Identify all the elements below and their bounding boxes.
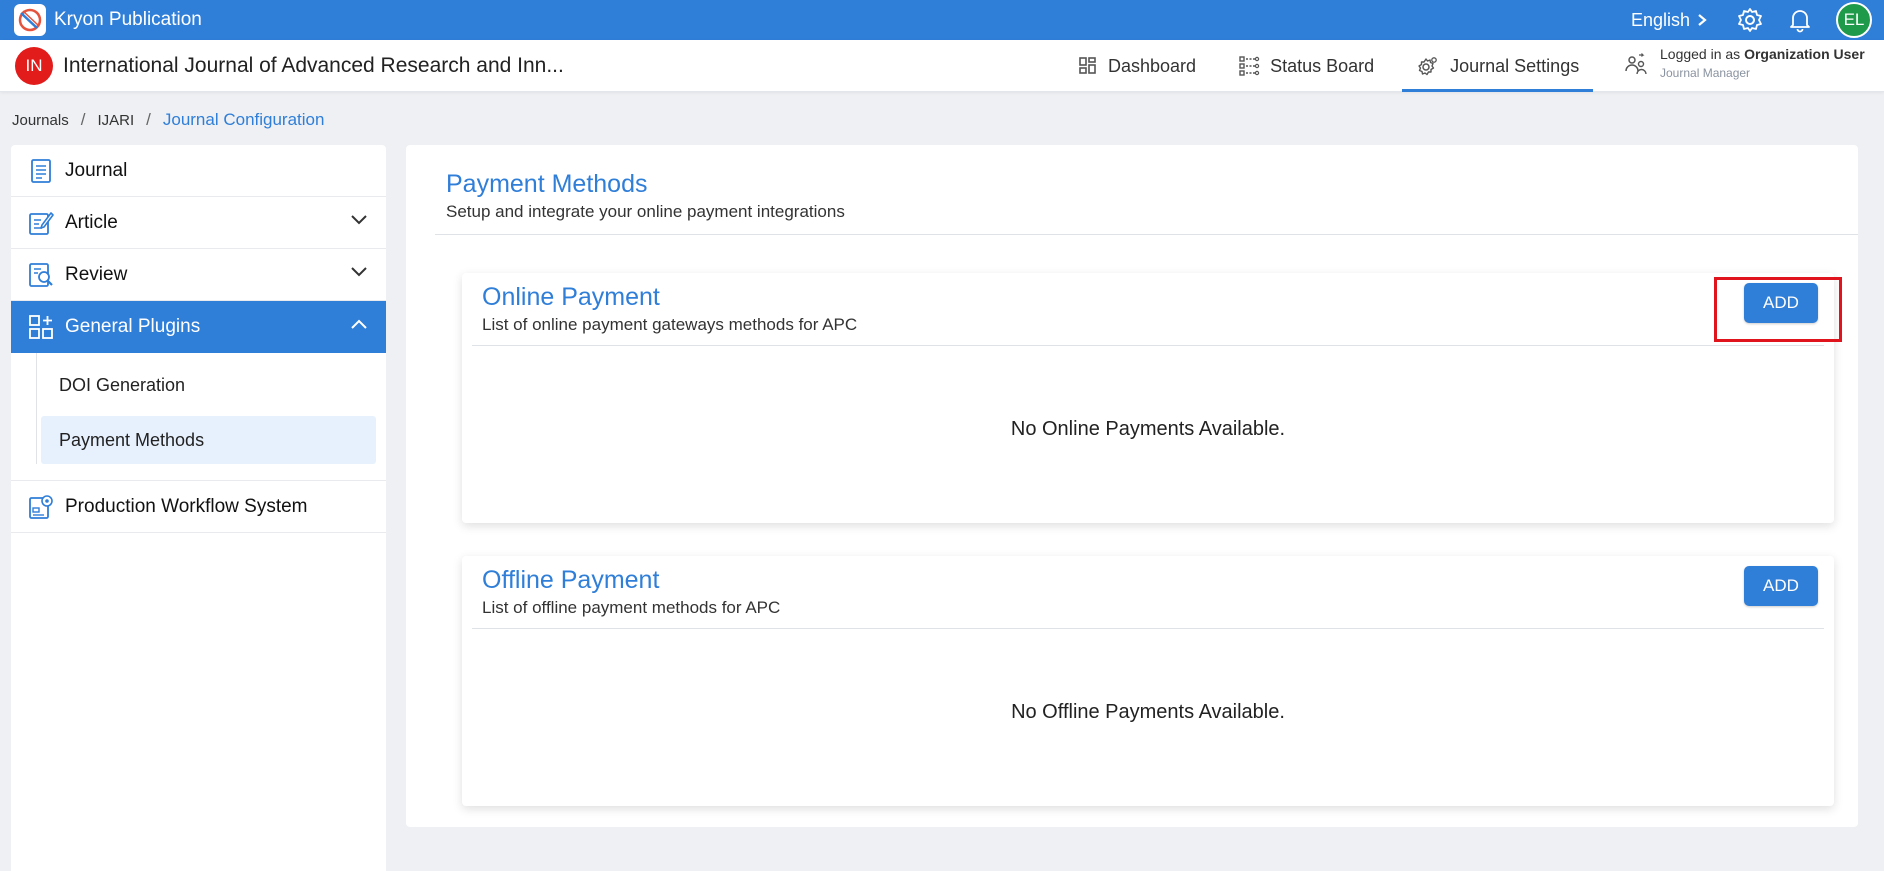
nav-status-board[interactable]: Status Board	[1224, 40, 1388, 92]
online-payment-subtitle: List of online payment gateways methods …	[482, 315, 858, 334]
nav-status-board-label: Status Board	[1270, 55, 1375, 76]
breadcrumb-ijari[interactable]: IJARI	[97, 112, 134, 129]
chevron-up-icon	[351, 319, 367, 329]
top-bar: Kryon Publication English EL	[0, 0, 1884, 40]
payment-methods-panel: Payment Methods Setup and integrate your…	[406, 145, 1858, 827]
user-line: Logged in as Organization User	[1660, 46, 1865, 62]
sidebar-item-label: Journal	[65, 159, 128, 181]
status-board-icon	[1239, 56, 1260, 76]
review-search-icon	[27, 261, 55, 289]
online-payment-card: Online Payment List of online payment ga…	[462, 273, 1834, 523]
logged-in-prefix: Logged in as	[1660, 46, 1741, 62]
sidebar-item-article[interactable]: Article	[11, 197, 386, 249]
journal-header: IN International Journal of Advanced Res…	[0, 40, 1884, 92]
sidebar-subitem-doi-generation[interactable]: DOI Generation	[41, 361, 376, 409]
offline-payment-card: Offline Payment List of offline payment …	[462, 556, 1834, 806]
sidebar-item-production-workflow[interactable]: Production Workflow System	[11, 481, 386, 533]
offline-payment-subtitle: List of offline payment methods for APC	[482, 598, 781, 617]
breadcrumb-separator: /	[80, 110, 86, 129]
logged-in-user[interactable]: Logged in as Organization User Journal M…	[1624, 46, 1865, 80]
article-edit-icon	[27, 209, 55, 237]
online-payment-title: Online Payment	[482, 283, 660, 311]
user-avatar[interactable]: EL	[1836, 2, 1872, 38]
offline-payment-empty-message: No Offline Payments Available.	[1011, 701, 1285, 723]
divider	[472, 345, 1824, 346]
sidebar-item-general-plugins[interactable]: General Plugins	[11, 301, 386, 353]
user-role: Journal Manager	[1660, 66, 1751, 80]
breadcrumb-separator: /	[146, 110, 151, 129]
chevron-down-icon	[351, 267, 367, 277]
divider	[472, 628, 1824, 629]
journal-title: International Journal of Advanced Resear…	[63, 53, 564, 77]
offline-payment-title: Offline Payment	[482, 566, 660, 594]
user-name: Organization User	[1744, 46, 1865, 62]
add-online-payment-button[interactable]: ADD	[1744, 283, 1818, 323]
sidebar-item-label: Production Workflow System	[65, 495, 308, 517]
main-nav: Dashboard Status Board Journal Settings	[1064, 40, 1607, 92]
user-switch-icon	[1625, 53, 1647, 75]
config-sidebar: Journal Article Review General Plugins D…	[11, 145, 386, 871]
chevron-down-icon	[351, 215, 367, 225]
brand-logo-icon	[14, 4, 46, 36]
sidebar-item-label: General Plugins	[65, 316, 201, 337]
page-title: Payment Methods	[446, 170, 648, 198]
brand-name: Kryon Publication	[54, 9, 202, 30]
plugins-grid-icon	[27, 313, 55, 341]
journal-avatar: IN	[15, 46, 53, 85]
page-subtitle: Setup and integrate your online payment …	[446, 202, 845, 221]
brand[interactable]: Kryon Publication	[14, 4, 202, 36]
sidebar-item-label: Article	[65, 211, 118, 233]
language-label: English	[1630, 9, 1690, 30]
add-offline-payment-button[interactable]: ADD	[1744, 566, 1818, 606]
sidebar-item-journal[interactable]: Journal	[11, 145, 386, 197]
settings-gears-icon	[1418, 57, 1437, 76]
divider	[435, 234, 1858, 235]
gear-icon[interactable]	[1736, 6, 1764, 34]
nav-journal-settings-label: Journal Settings	[1450, 55, 1580, 76]
bell-icon[interactable]	[1786, 6, 1814, 34]
sidebar-item-review[interactable]: Review	[11, 249, 386, 301]
sidebar-subitem-payment-methods[interactable]: Payment Methods	[41, 416, 376, 464]
workflow-system-icon	[27, 493, 55, 521]
language-selector[interactable]: English	[1631, 10, 1708, 31]
breadcrumb: Journals / IJARI / Journal Configuration	[12, 110, 324, 130]
breadcrumb-journals[interactable]: Journals	[12, 112, 69, 129]
general-plugins-submenu: DOI Generation Payment Methods	[11, 353, 386, 481]
online-payment-empty-message: No Online Payments Available.	[1010, 418, 1286, 440]
nav-journal-settings[interactable]: Journal Settings	[1402, 40, 1594, 92]
top-right-controls: English EL	[1631, 2, 1872, 38]
journal-doc-icon	[27, 157, 55, 185]
breadcrumb-current: Journal Configuration	[162, 110, 325, 129]
nav-dashboard-label: Dashboard	[1108, 55, 1197, 76]
chevron-right-icon	[1698, 14, 1707, 26]
sidebar-item-label: Review	[65, 263, 128, 285]
dashboard-grid-icon	[1079, 57, 1096, 74]
nav-dashboard[interactable]: Dashboard	[1064, 40, 1210, 92]
